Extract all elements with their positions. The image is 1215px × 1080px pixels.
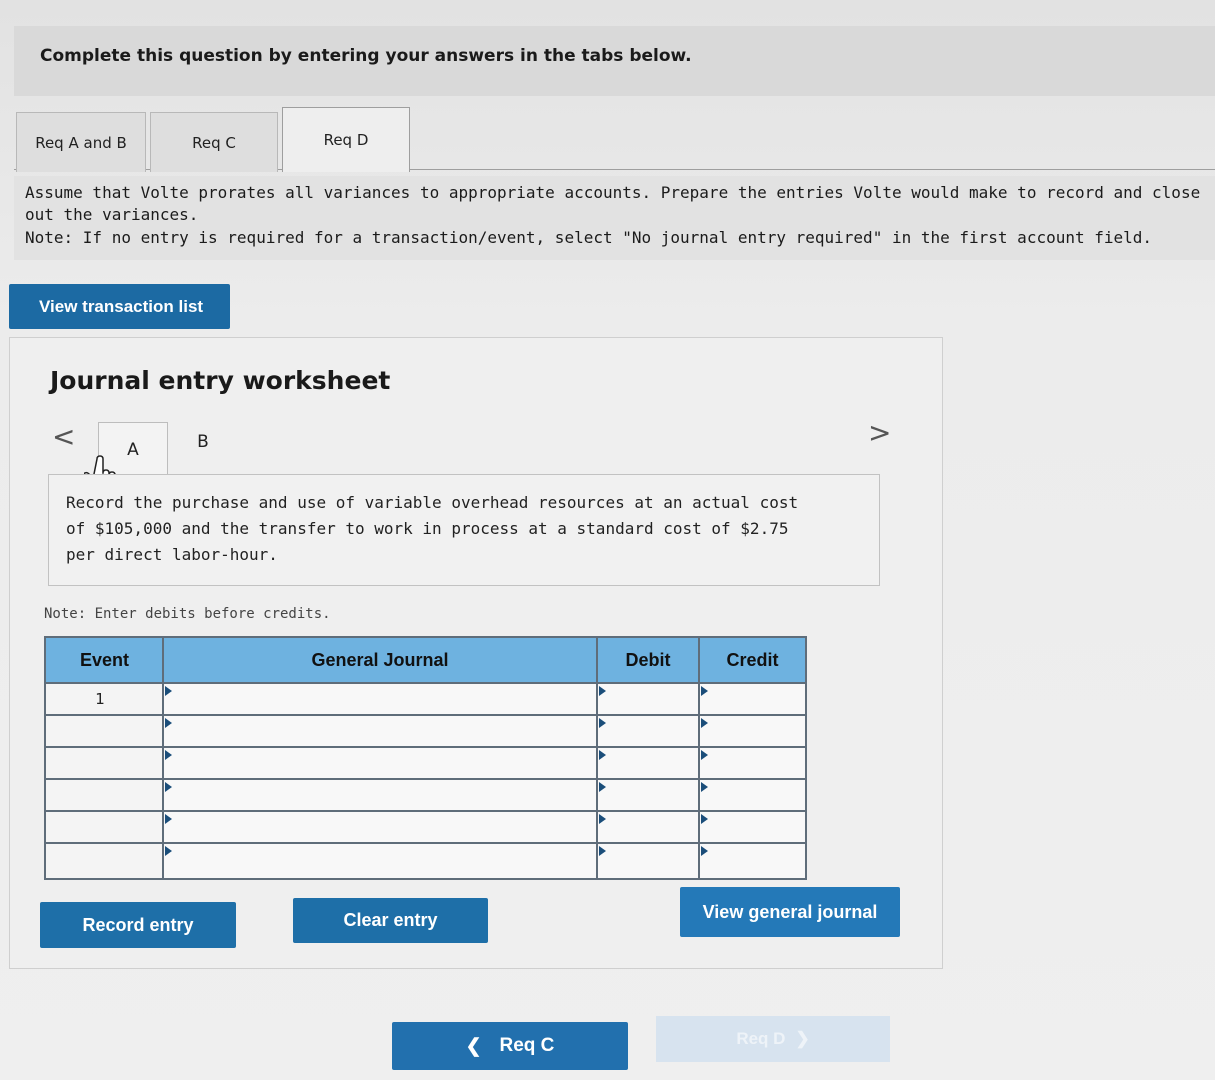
instructions-note: Note: If no entry is required for a tran… (25, 228, 1153, 247)
table-row (46, 778, 805, 810)
dropdown-arrow-icon (165, 814, 172, 824)
credit-field[interactable] (700, 812, 805, 842)
credit-field[interactable] (700, 748, 805, 778)
table-row: 1 (46, 682, 805, 714)
dropdown-arrow-icon (165, 686, 172, 696)
debit-field[interactable] (598, 748, 700, 778)
table-row (46, 810, 805, 842)
dropdown-arrow-icon (599, 814, 606, 824)
dropdown-arrow-icon (701, 782, 708, 792)
account-field[interactable] (164, 684, 598, 714)
account-field[interactable] (164, 780, 598, 810)
tab-req-d[interactable]: Req D (282, 107, 410, 172)
column-header-debit: Debit (598, 638, 700, 682)
banner-text: Complete this question by entering your … (40, 46, 692, 66)
dropdown-arrow-icon (165, 782, 172, 792)
prev-req-c-button[interactable]: ❮ Req C (392, 1022, 628, 1070)
column-header-general-journal: General Journal (164, 638, 598, 682)
dropdown-arrow-icon (599, 718, 606, 728)
debit-field[interactable] (598, 716, 700, 746)
dropdown-arrow-icon (165, 846, 172, 856)
chevron-left-icon: ❮ (465, 1035, 482, 1057)
record-entry-button[interactable]: Record entry (40, 902, 236, 948)
tab-req-c[interactable]: Req C (150, 112, 278, 172)
prev-button-label: Req C (499, 1035, 555, 1056)
event-cell (46, 844, 164, 878)
dropdown-arrow-icon (165, 750, 172, 760)
credit-field[interactable] (700, 716, 805, 746)
dropdown-arrow-icon (701, 846, 708, 856)
event-cell: 1 (46, 684, 164, 714)
entry-description-text: Record the purchase and use of variable … (66, 493, 799, 564)
table-row (46, 842, 805, 878)
clear-entry-button[interactable]: Clear entry (293, 898, 488, 943)
dropdown-arrow-icon (701, 750, 708, 760)
account-field[interactable] (164, 812, 598, 842)
dropdown-arrow-icon (599, 750, 606, 760)
instructions-text: Assume that Volte prorates all variances… (25, 183, 1201, 224)
table-row (46, 714, 805, 746)
prev-subtab-chevron-icon[interactable]: < (52, 420, 75, 453)
subtab-b[interactable]: B (170, 422, 236, 462)
event-cell (46, 748, 164, 778)
dropdown-arrow-icon (599, 686, 606, 696)
dropdown-arrow-icon (701, 814, 708, 824)
account-field[interactable] (164, 844, 598, 878)
dropdown-arrow-icon (701, 686, 708, 696)
debit-field[interactable] (598, 844, 700, 878)
debit-field[interactable] (598, 780, 700, 810)
tab-req-a-and-b[interactable]: Req A and B (16, 112, 146, 172)
account-field[interactable] (164, 748, 598, 778)
debit-field[interactable] (598, 812, 700, 842)
debit-field[interactable] (598, 684, 700, 714)
next-subtab-chevron-icon[interactable]: > (868, 416, 891, 449)
account-field[interactable] (164, 716, 598, 746)
event-cell (46, 812, 164, 842)
next-button-label: Req D (736, 1029, 786, 1048)
event-cell (46, 780, 164, 810)
credit-field[interactable] (700, 780, 805, 810)
dropdown-arrow-icon (599, 782, 606, 792)
view-general-journal-button[interactable]: View general journal (680, 887, 900, 937)
table-row (46, 746, 805, 778)
column-header-event: Event (46, 638, 164, 682)
column-header-credit: Credit (700, 638, 805, 682)
credit-field[interactable] (700, 684, 805, 714)
dropdown-arrow-icon (701, 718, 708, 728)
next-req-d-button[interactable]: Req D ❯ (656, 1016, 890, 1062)
dropdown-arrow-icon (599, 846, 606, 856)
dropdown-arrow-icon (165, 718, 172, 728)
view-transaction-list-button[interactable]: View transaction list (9, 284, 230, 329)
credit-field[interactable] (700, 844, 805, 878)
worksheet-title: Journal entry worksheet (50, 366, 391, 395)
debits-note: Note: Enter debits before credits. (44, 606, 331, 622)
event-cell (46, 716, 164, 746)
chevron-right-icon: ❯ (795, 1029, 810, 1048)
